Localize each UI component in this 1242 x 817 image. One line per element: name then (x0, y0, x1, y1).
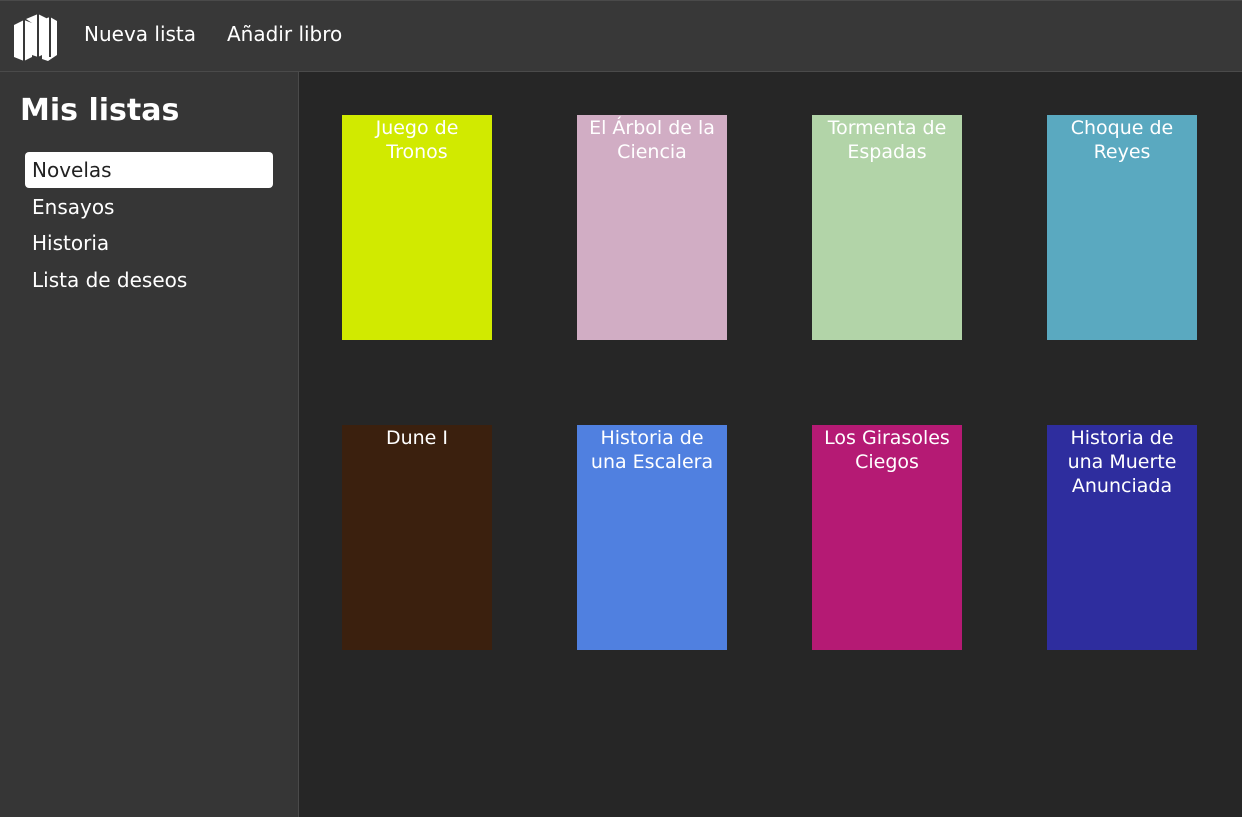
book-grid: Juego de Tronos El Árbol de la Ciencia T… (300, 72, 1242, 817)
book-card[interactable]: Tormenta de Espadas (812, 115, 962, 340)
book-card[interactable]: Choque de Reyes (1047, 115, 1197, 340)
sidebar-item-lista-de-deseos[interactable]: Lista de deseos (25, 262, 273, 298)
book-card[interactable]: Los Girasoles Ciegos (812, 425, 962, 650)
sidebar-title: Mis listas (20, 93, 180, 128)
book-card[interactable]: Dune I (342, 425, 492, 650)
sidebar-item-novelas[interactable]: Novelas (25, 152, 273, 188)
book-card[interactable]: Juego de Tronos (342, 115, 492, 340)
book-card[interactable]: El Árbol de la Ciencia (577, 115, 727, 340)
add-book-link[interactable]: Añadir libro (227, 21, 342, 47)
books-icon[interactable] (12, 11, 58, 63)
new-list-link[interactable]: Nueva lista (84, 21, 196, 47)
top-bar: Nueva lista Añadir libro (0, 0, 1242, 72)
book-card[interactable]: Historia de una Escalera (577, 425, 727, 650)
book-card[interactable]: Historia de una Muerte Anunciada (1047, 425, 1197, 650)
sidebar-item-ensayos[interactable]: Ensayos (25, 189, 273, 225)
sidebar-item-historia[interactable]: Historia (25, 225, 273, 261)
sidebar: Mis listas Novelas Ensayos Historia List… (0, 72, 299, 817)
